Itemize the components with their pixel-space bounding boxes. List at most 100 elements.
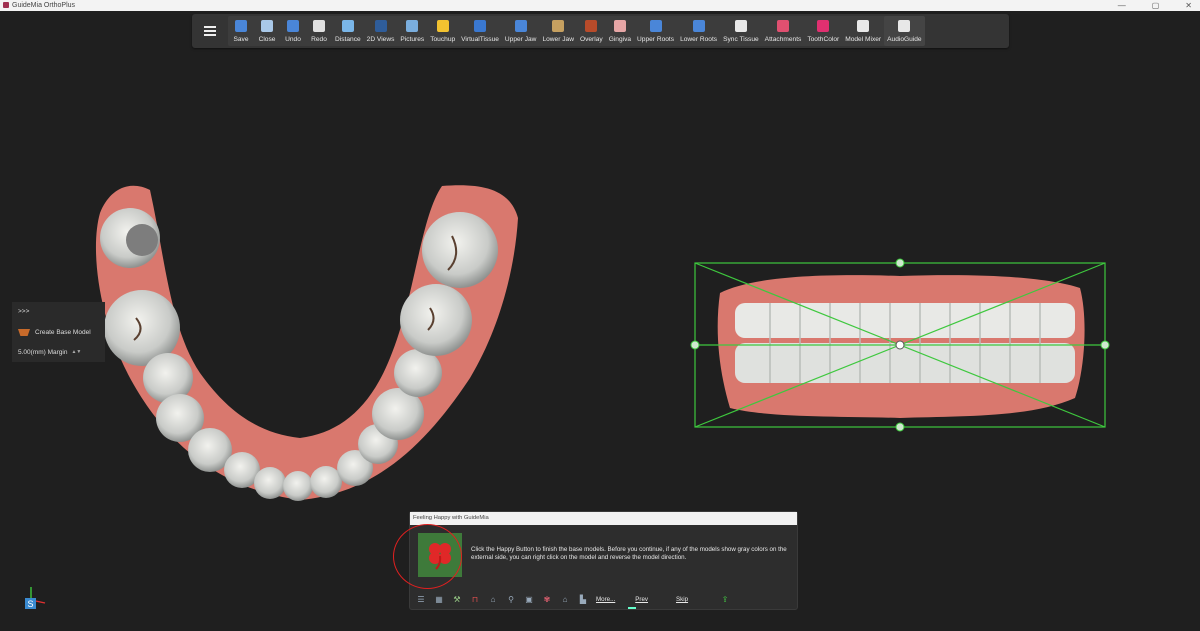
toolbar-upper-roots-button[interactable]: Upper Roots (634, 16, 677, 46)
toolbar-lower-roots-button[interactable]: Lower Roots (677, 16, 720, 46)
toolbar-button-label: Distance (335, 36, 361, 43)
hamburger-menu-button[interactable] (192, 14, 228, 48)
sync-tissue-icon (734, 20, 747, 32)
main-toolbar: Save Close Undo Redo Distance 2D Views Picture… (192, 14, 1009, 48)
ruler-icon (341, 20, 354, 32)
touchup-icon (436, 20, 449, 32)
toolbar-virtualtissue-button[interactable]: VirtualTissue (458, 16, 502, 46)
lower-roots-icon (692, 20, 705, 32)
more-link[interactable]: More... (596, 596, 615, 603)
lower-jaw-model[interactable] (70, 178, 530, 508)
cube-icon (857, 20, 870, 32)
minimize-button[interactable]: — (1118, 0, 1126, 11)
margin-value: 5.00(mm) Margin (18, 349, 68, 356)
toolbar-button-label: Upper Jaw (504, 36, 537, 43)
dialog-message: Click the Happy Button to finish the bas… (471, 546, 787, 562)
toolbar-gingiva-button[interactable]: Gingiva (606, 16, 634, 46)
attachments-icon (777, 20, 789, 32)
create-base-model-button[interactable]: Create Base Model (18, 329, 91, 336)
toolbar-close-button[interactable]: Close (254, 16, 280, 46)
list-icon[interactable]: ☰ (416, 595, 426, 605)
toolbar-buttons: Save Close Undo Redo Distance 2D Views Picture… (228, 16, 925, 46)
base-model-panel: >>> Create Base Model 5.00(mm) Margin ▲▼ (12, 302, 105, 362)
base-icon[interactable]: ⌂ (560, 595, 570, 605)
calculator-icon[interactable]: ▦ (434, 595, 444, 605)
toolbar-redo-button[interactable]: Redo (306, 16, 332, 46)
toolbar-model-mixer-button[interactable]: Model Mixer (842, 16, 884, 46)
window-titlebar: GuideMia OrthoPlus — ▢ ✕ (0, 0, 1200, 11)
toolbar-button-label: Lower Jaw (542, 36, 574, 43)
toolbar-button-label: Pictures (400, 36, 425, 43)
toolbar-pictures-button[interactable]: Pictures (397, 16, 427, 46)
toolbar-button-label: Overlay (579, 36, 603, 43)
toolbar-overlay-button[interactable]: Overlay (577, 16, 606, 46)
tooth-color-icon (817, 20, 830, 32)
toolbar-distance-button[interactable]: Distance (332, 16, 364, 46)
toolbar-attachments-button[interactable]: Attachments (762, 16, 805, 46)
undo-icon (287, 20, 299, 32)
save-icon (235, 20, 247, 32)
measure-icon[interactable]: ⊓ (470, 595, 480, 605)
toolbar-button-label: Undo (285, 36, 301, 43)
audio-guide-icon (898, 20, 911, 32)
orientation-axis: S (25, 587, 46, 609)
virtual-tissue-icon (474, 20, 487, 32)
dialog-toolbar: ☰ ▦ ⚒ ⊓ ⌂ ⚲ ▣ ✾ ⌂ ▙ More... Prev Skip ⇪ (410, 590, 797, 609)
create-base-model-label: Create Base Model (35, 329, 91, 336)
toolbar-audioguide-button[interactable]: AudioGuide (884, 16, 925, 46)
tools-icon[interactable]: ⚒ (452, 595, 462, 605)
prev-link[interactable]: Prev (635, 596, 648, 603)
base-model-icon (18, 329, 30, 336)
toolbar-sync-tissue-button[interactable]: Sync Tissue (720, 16, 762, 46)
toolbar-upper-jaw-button[interactable]: Upper Jaw (502, 16, 540, 46)
toolbar-button-label: Attachments (764, 36, 802, 43)
inspect-icon[interactable]: ⚲ (506, 595, 516, 605)
toolbar-button-label: VirtualTissue (461, 36, 499, 43)
gingiva-icon (613, 20, 626, 32)
upper-roots-icon (649, 20, 662, 32)
export-icon[interactable]: ⇪ (720, 595, 730, 605)
2d-views-icon (374, 20, 387, 32)
toolbar-2d-views-button[interactable]: 2D Views (364, 16, 398, 46)
toolbar-undo-button[interactable]: Undo (280, 16, 306, 46)
screen-icon[interactable]: ▣ (524, 595, 534, 605)
axis-label: S (27, 599, 33, 609)
stepper-arrows-icon[interactable]: ▲▼ (71, 349, 81, 356)
toolbar-save-button[interactable]: Save (228, 16, 254, 46)
toolbar-button-label: Lower Roots (680, 36, 718, 43)
close-window-button[interactable]: ✕ (1185, 0, 1192, 11)
toolbar-button-label: Redo (311, 36, 327, 43)
toolbar-button-label: AudioGuide (887, 36, 922, 43)
redo-icon (313, 20, 325, 32)
active-indicator (628, 607, 636, 609)
pictures-icon (406, 20, 419, 32)
toolbar-lower-jaw-button[interactable]: Lower Jaw (539, 16, 577, 46)
toolbar-button-label: ToothColor (807, 36, 840, 43)
close-file-icon (261, 20, 273, 32)
models-icon[interactable]: ▙ (578, 595, 588, 605)
hamburger-icon (204, 26, 216, 36)
toolbar-button-label: Close (258, 36, 276, 43)
toolbar-button-label: Sync Tissue (723, 36, 759, 43)
attachment-tool-icon[interactable]: ✾ (542, 595, 552, 605)
highlight-ring (393, 524, 462, 589)
lower-jaw-icon (552, 20, 565, 32)
bite-frontal-model[interactable] (690, 258, 1110, 433)
app-logo-icon (3, 2, 9, 8)
toolbar-button-label: Model Mixer (845, 36, 882, 43)
overlay-icon (585, 20, 598, 32)
tooth-icon[interactable]: ⌂ (488, 595, 498, 605)
toolbar-touchup-button[interactable]: Touchup (427, 16, 458, 46)
dialog-title: Feeling Happy with GuideMia (410, 512, 797, 525)
toolbar-toothcolor-button[interactable]: ToothColor (804, 16, 842, 46)
toolbar-button-label: 2D Views (366, 36, 395, 43)
window-controls: — ▢ ✕ (1118, 0, 1192, 11)
toolbar-button-label: Gingiva (608, 36, 632, 43)
panel-expand-toggle[interactable]: >>> (18, 308, 29, 315)
window-title: GuideMia OrthoPlus (12, 2, 76, 9)
skip-link[interactable]: Skip (676, 596, 688, 603)
maximize-button[interactable]: ▢ (1152, 0, 1160, 11)
upper-jaw-icon (514, 20, 527, 32)
margin-stepper[interactable]: 5.00(mm) Margin ▲▼ (18, 349, 81, 356)
toolbar-button-label: Touchup (430, 36, 456, 43)
